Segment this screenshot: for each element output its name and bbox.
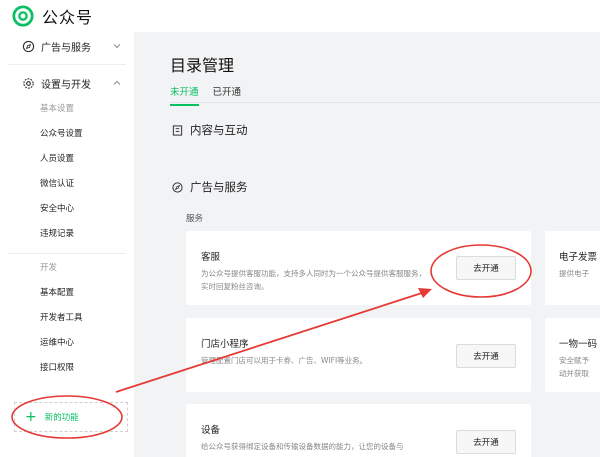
compass-icon [22, 40, 35, 52]
sidebar-group-label: 设置与开发 [41, 79, 91, 91]
divider [8, 253, 126, 254]
service-card-one-item-one-code: 一物一码 安全赋予 动并获取 [545, 318, 600, 392]
chevron-down-icon [113, 44, 121, 49]
sidebar-item-dev-tools[interactable]: 开发者工具 [0, 306, 134, 331]
brand-title: 公众号 [42, 8, 94, 27]
plus-icon: + [25, 409, 37, 425]
tab-underline [170, 102, 600, 103]
sidebar-item-wechat-verification[interactable]: 微信认证 [0, 172, 134, 197]
services-subheading: 服务 [186, 214, 204, 224]
card-description: 为公众号提供客服功能，支持多人同时为一个公众号提供客服服务，实时回复粉丝咨询。 [201, 269, 426, 291]
card-title: 电子发票 [559, 252, 598, 263]
service-card-e-invoice: 电子发票 提供电子 [545, 231, 600, 305]
sidebar-item-api-permissions[interactable]: 接口权限 [0, 356, 134, 381]
sidebar-item-security-center[interactable]: 安全中心 [0, 197, 134, 222]
sidebar-item-basic-config[interactable]: 基本配置 [0, 281, 134, 306]
section-content-interaction: 内容与互动 [172, 122, 248, 138]
service-card-customer-service: 客服 为公众号提供客服功能，支持多人同时为一个公众号提供客服服务，实时回复粉丝咨… [186, 231, 531, 305]
new-feature-label: 新的功能 [44, 413, 79, 423]
sidebar-category-dev: 开发 [40, 263, 58, 273]
divider [8, 64, 126, 65]
page-title: 目录管理 [170, 56, 235, 75]
sidebar-item-ops-center[interactable]: 运维中心 [0, 331, 134, 356]
service-card-store-miniprogram: 门店小程序 管理配置门店可以用于卡券、广告、WIFI等业务。 去开通 [186, 318, 531, 392]
card-description: 安全赋予 [559, 356, 589, 365]
sidebar-item-account-settings[interactable]: 公众号设置 [0, 122, 134, 147]
document-icon [172, 124, 183, 136]
card-description: 动并获取 [559, 369, 589, 378]
sidebar: 广告与服务 设置与开发 基本设置 公众号设置 人员设置 微信认证 安全中心 违规… [0, 32, 134, 457]
card-title: 一物一码 [559, 339, 598, 350]
gear-icon [23, 77, 34, 89]
card-description: 给公众号获得绑定设备和传输设备数据的能力，让您的设备与 [201, 442, 404, 451]
sidebar-category-basic: 基本设置 [40, 104, 75, 114]
enable-button[interactable]: 去开通 [456, 430, 516, 454]
enable-button[interactable]: 去开通 [456, 256, 516, 280]
wechat-official-logo-icon[interactable] [12, 5, 34, 27]
sidebar-group-label: 广告与服务 [41, 42, 91, 54]
new-feature-button[interactable]: + 新的功能 [14, 402, 128, 432]
card-description: 提供电子 [559, 269, 589, 278]
enable-button[interactable]: 去开通 [456, 344, 516, 368]
card-title: 设备 [201, 425, 221, 436]
sidebar-group-settings[interactable]: 设置与开发 [0, 69, 134, 97]
card-title: 门店小程序 [201, 339, 249, 350]
section-title: 内容与互动 [190, 123, 248, 137]
sidebar-group-ads[interactable]: 广告与服务 [0, 32, 134, 60]
card-description: 管理配置门店可以用于卡券、广告、WIFI等业务。 [201, 356, 368, 365]
section-ads-services: 广告与服务 [172, 179, 248, 195]
top-bar: 公众号 [0, 0, 600, 32]
compass-icon [172, 181, 183, 193]
card-title: 客服 [201, 252, 221, 263]
sidebar-item-staff-settings[interactable]: 人员设置 [0, 147, 134, 172]
sidebar-item-violation-records[interactable]: 违规记录 [0, 222, 134, 247]
main-content: 目录管理 未开通 已开通 内容与互动 广告与服务 服务 客服 为公众号提供客服功… [134, 32, 600, 457]
chevron-up-icon [113, 80, 121, 85]
section-title: 广告与服务 [190, 180, 248, 194]
service-card-device: 设备 给公众号获得绑定设备和传输设备数据的能力，让您的设备与 去开通 [186, 404, 531, 457]
